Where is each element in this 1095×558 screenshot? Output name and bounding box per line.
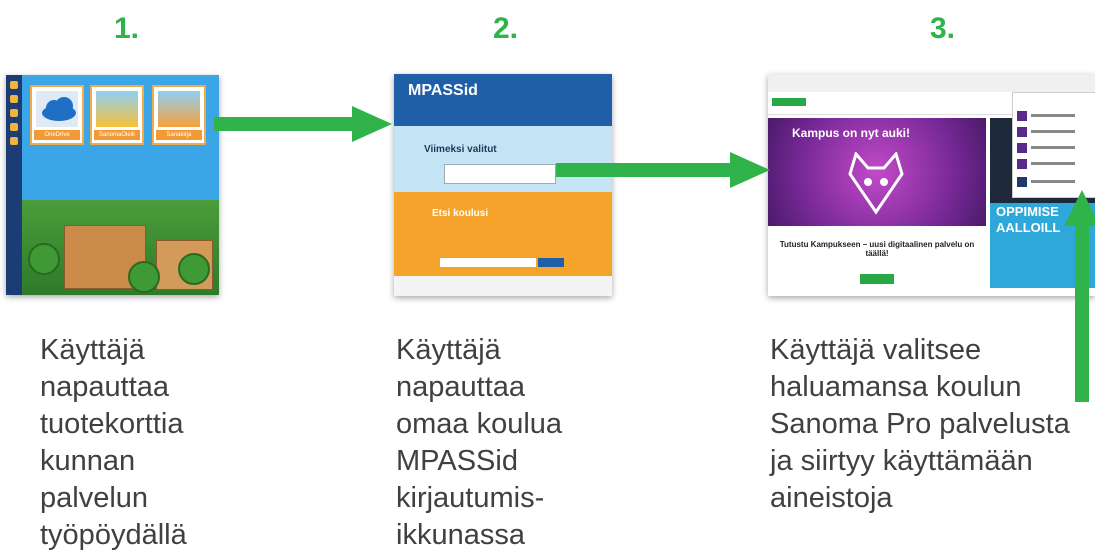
school-option (1017, 139, 1087, 153)
step-2-number: 2. (493, 12, 519, 45)
step-1-screenshot: OneDrive SanomaOleik Sanakirja (6, 75, 219, 295)
school-option (1017, 155, 1087, 169)
tree-illustration (128, 261, 160, 293)
mpassid-footer (394, 276, 612, 296)
product-card-sanomaoleik: SanomaOleik (90, 85, 144, 145)
hero-banner: Kampus on nyt auki! (768, 118, 986, 226)
article-title: Tutustu Kampukseen – uusi digitaalinen p… (779, 240, 975, 258)
arrow-step2-to-step3 (556, 152, 770, 188)
school-option (1017, 173, 1087, 187)
step-1-number: 1. (114, 12, 140, 45)
step-3-screenshot: Kampus on nyt auki! OPPIMISE AALLOILL Tu… (768, 74, 1095, 296)
step-3-number: 3. (930, 12, 956, 45)
desktop-sidebar (6, 75, 22, 295)
school-option (1017, 123, 1087, 137)
card-label: Sanakirja (156, 130, 202, 140)
read-more-button (860, 274, 894, 284)
tree-illustration (28, 243, 60, 275)
card-label: OneDrive (34, 130, 80, 140)
card-label: SanomaOleik (94, 130, 140, 140)
step-2-caption: Käyttäjä napauttaa omaa koulua MPASSid k… (396, 334, 563, 551)
fox-icon (848, 152, 904, 215)
hero-title: Kampus on nyt auki! (792, 126, 911, 140)
search-heading: Etsi koulusi (432, 208, 489, 219)
recent-heading: Viimeksi valitut (424, 144, 497, 155)
product-card-sanakirja: Sanakirja (152, 85, 206, 145)
product-card-onedrive: OneDrive (30, 85, 84, 145)
school-selection-panel (1012, 92, 1095, 198)
sanoma-pro-logo (772, 98, 806, 106)
tree-illustration (178, 253, 210, 285)
arrow-step1-to-step2 (214, 106, 392, 142)
step-1-caption: Käyttäjä napauttaa tuotekorttia kunnan p… (40, 334, 187, 551)
school-search-input (440, 258, 536, 267)
mpassid-header: MPASSid (394, 74, 612, 126)
mpassid-logo: MPASSid (408, 82, 478, 99)
browser-topbar (768, 74, 1095, 92)
recent-school-button (444, 164, 556, 184)
step-3-caption: Käyttäjä valitsee haluamansa koulun Sano… (770, 334, 1070, 514)
school-option (1017, 107, 1087, 121)
school-search-button (538, 258, 564, 267)
